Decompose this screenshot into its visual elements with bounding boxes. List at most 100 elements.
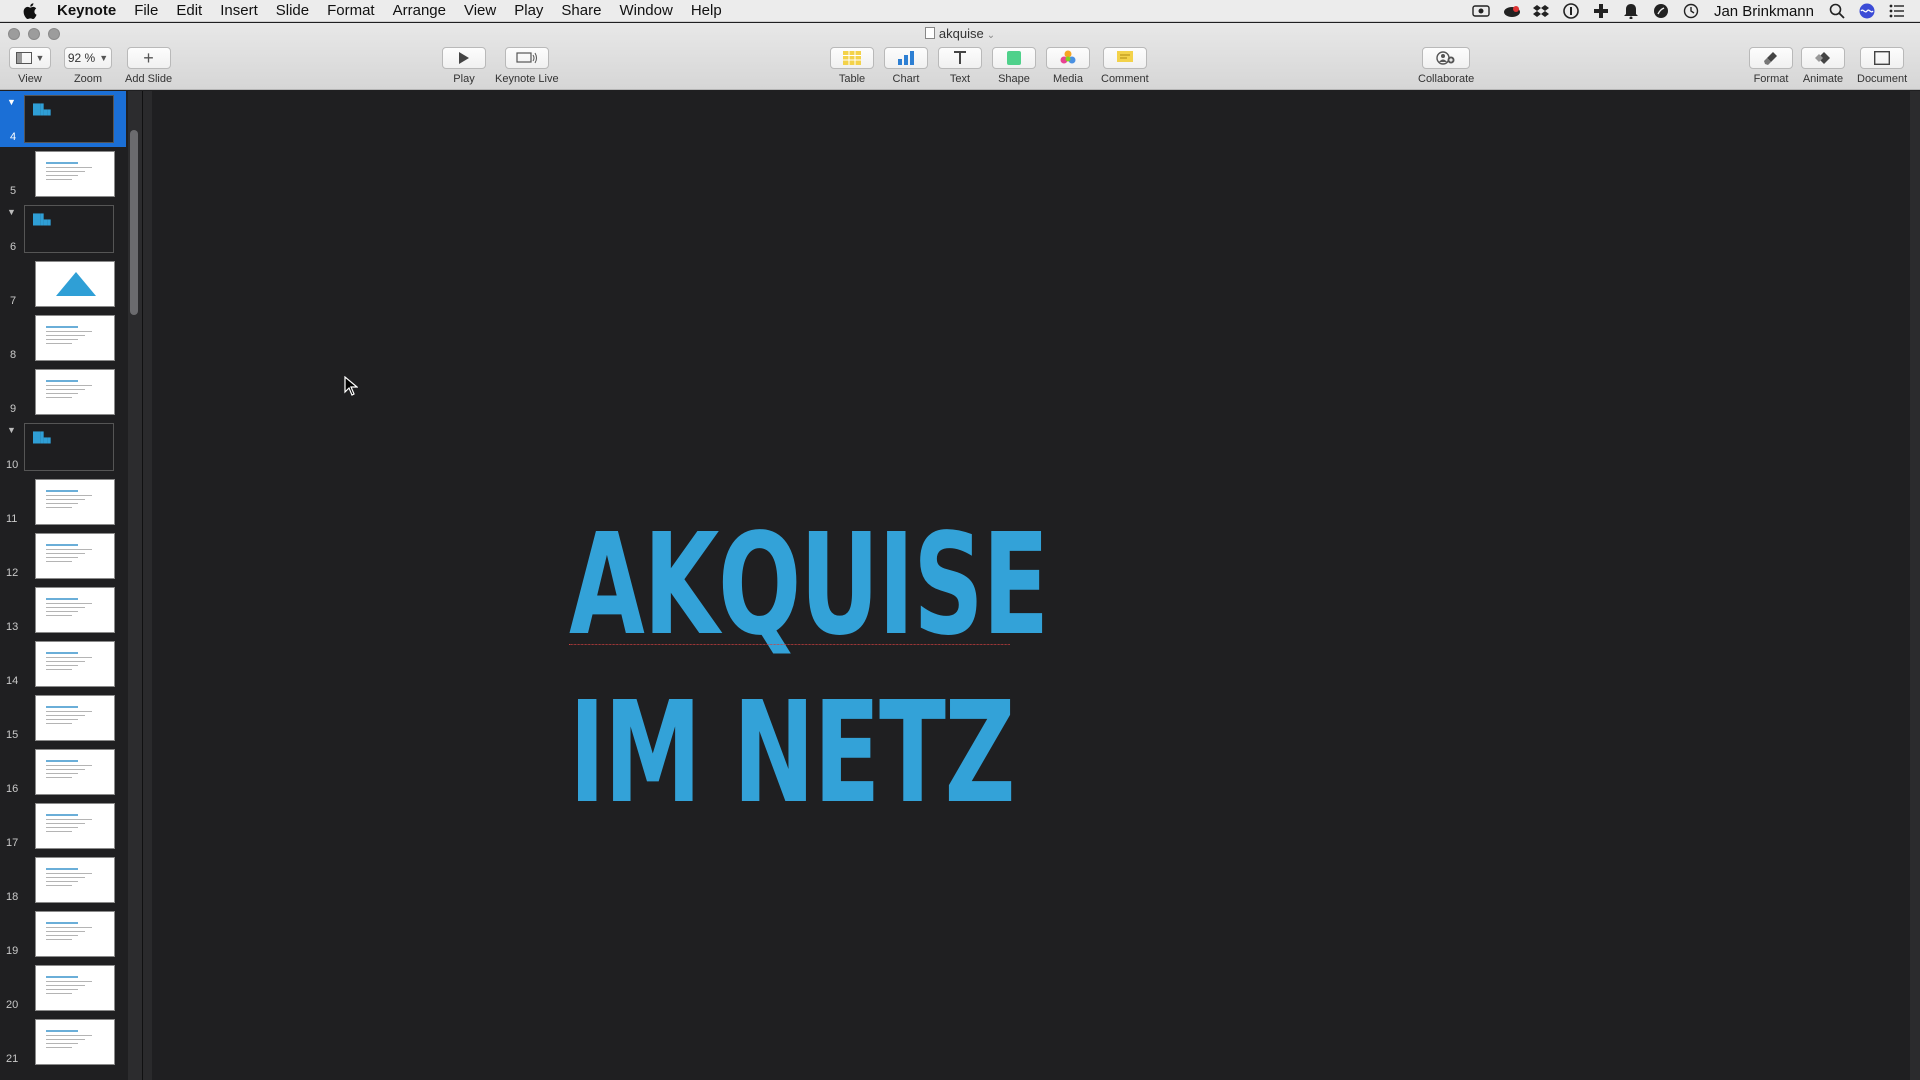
view-control: ▼ View xyxy=(9,47,51,85)
keynote-live-button[interactable] xyxy=(504,47,549,69)
menu-edit[interactable]: Edit xyxy=(167,0,211,22)
slide-number: 6 xyxy=(10,241,17,253)
slide-thumbnail-item[interactable]: 19 xyxy=(0,907,126,961)
slide-thumbnail-item[interactable]: 7 xyxy=(0,257,126,311)
window-toolbar: akquise ⌄ ▼ View 92 % ▼ Zoom + Add Slide P… xyxy=(0,23,1920,90)
menu-help[interactable]: Help xyxy=(682,0,731,22)
document-title[interactable]: akquise ⌄ xyxy=(0,26,1920,41)
slide-number: 19 xyxy=(6,945,19,957)
document-inspector-icon xyxy=(1874,51,1891,65)
slide-thumbnail xyxy=(35,587,115,633)
slide-number: 4 xyxy=(10,131,17,143)
slide-thumbnail-item[interactable]: 11 xyxy=(0,475,126,529)
plus-app-icon[interactable] xyxy=(1592,2,1610,20)
slide-thumbnail xyxy=(35,749,115,795)
slide-thumbnail-item[interactable]: 13 xyxy=(0,583,126,637)
shape-icon xyxy=(1007,51,1021,65)
add-slide-button[interactable]: + xyxy=(126,47,171,69)
slide-thumbnail-item[interactable]: 14 xyxy=(0,637,126,691)
disclosure-triangle-icon[interactable]: ▼ xyxy=(7,207,16,217)
disclosure-triangle-icon[interactable]: ▼ xyxy=(7,425,16,435)
format-button[interactable] xyxy=(1749,47,1793,69)
screen-record-icon[interactable] xyxy=(1472,2,1490,20)
navigator-divider[interactable] xyxy=(142,91,152,1080)
slide-thumbnail-item[interactable]: 16 xyxy=(0,745,126,799)
slide-thumbnail-item[interactable]: 12 xyxy=(0,529,126,583)
document-button[interactable] xyxy=(1860,47,1905,69)
sidebar-icon xyxy=(15,52,32,64)
apple-icon[interactable] xyxy=(19,2,41,19)
play-button[interactable] xyxy=(442,47,486,69)
view-button[interactable]: ▼ xyxy=(9,47,51,69)
menu-view[interactable]: View xyxy=(455,0,505,22)
navigator-scroll-thumb[interactable] xyxy=(130,130,138,315)
slide-thumbnail: ███ █████ xyxy=(24,205,114,253)
slide-thumbnail xyxy=(35,261,115,307)
chart-button[interactable] xyxy=(884,47,928,69)
animate-button[interactable] xyxy=(1801,47,1845,69)
table-icon xyxy=(843,51,861,65)
slide-thumbnail-item[interactable]: ▼ 10 ███ █████ xyxy=(0,419,126,475)
slide-number: 5 xyxy=(10,185,17,197)
notification-center-icon[interactable] xyxy=(1888,2,1906,20)
slide-thumbnail-item[interactable]: 21 xyxy=(0,1015,126,1069)
menu-arrange[interactable]: Arrange xyxy=(384,0,455,22)
collaborate-button[interactable] xyxy=(1422,47,1471,69)
add-slide-control: + Add Slide xyxy=(125,47,172,85)
zoom-value: 92 % xyxy=(67,51,96,65)
menu-play[interactable]: Play xyxy=(505,0,552,22)
menu-window[interactable]: Window xyxy=(610,0,681,22)
thumbnail-text-lines xyxy=(46,162,104,183)
text-button[interactable] xyxy=(938,47,982,69)
menu-file[interactable]: File xyxy=(125,0,167,22)
thumbnail-text-lines xyxy=(46,380,104,401)
time-machine-icon[interactable] xyxy=(1682,2,1700,20)
siri-icon[interactable] xyxy=(1858,2,1876,20)
zoom-control: 92 % ▼ Zoom xyxy=(64,47,112,85)
menu-share[interactable]: Share xyxy=(552,0,610,22)
password-manager-icon[interactable] xyxy=(1562,2,1580,20)
user-name[interactable]: Jan Brinkmann xyxy=(1714,3,1814,20)
slide-thumbnail-item[interactable]: 9 xyxy=(0,365,126,419)
menu-format[interactable]: Format xyxy=(318,0,384,22)
slide-thumbnail-item[interactable]: 15 xyxy=(0,691,126,745)
slide-thumbnail-item[interactable]: 5 xyxy=(0,147,126,201)
slide-thumbnail-item[interactable]: 17 xyxy=(0,799,126,853)
format-label: Format xyxy=(1753,73,1789,85)
slide-navigator[interactable]: ▼ 4 ███ █████ 5 ▼ 6 ███ █████ 7 8 9 ▼ 10 ███ █████ 11 12 1… xyxy=(0,91,126,1080)
slide-thumbnail-item[interactable]: 18 xyxy=(0,853,126,907)
comment-button[interactable] xyxy=(1102,47,1147,69)
menu-insert[interactable]: Insert xyxy=(211,0,267,22)
leaf-icon[interactable] xyxy=(1652,2,1670,20)
notification-bell-icon[interactable] xyxy=(1622,2,1640,20)
slide-thumbnail xyxy=(35,857,115,903)
slide-thumbnail-item[interactable]: 20 xyxy=(0,961,126,1015)
slide-thumbnail-item[interactable]: ▼ 6 ███ █████ xyxy=(0,201,126,257)
play-control: Play xyxy=(442,47,486,85)
collaborate-control: Collaborate xyxy=(1418,47,1474,85)
slide-thumbnail-item[interactable]: ▼ 4 ███ █████ xyxy=(0,91,126,147)
disclosure-triangle-icon[interactable]: ▼ xyxy=(7,97,16,107)
menu-slide[interactable]: Slide xyxy=(267,0,318,22)
thumbnail-text-lines xyxy=(46,652,104,673)
dropbox-icon[interactable] xyxy=(1532,2,1550,20)
slide-thumbnail xyxy=(35,641,115,687)
table-label: Table xyxy=(838,73,866,85)
zoom-button[interactable]: 92 % ▼ xyxy=(64,47,112,69)
table-button[interactable] xyxy=(830,47,874,69)
paintbrush-icon xyxy=(1764,52,1777,65)
slide-title-text[interactable]: AKQUISE IM NETZ xyxy=(569,502,1049,838)
triangle-graphic xyxy=(56,272,96,296)
shape-button[interactable] xyxy=(992,47,1036,69)
slide-number: 9 xyxy=(10,403,17,415)
media-button[interactable] xyxy=(1046,47,1090,69)
creative-cloud-icon[interactable] xyxy=(1502,2,1520,20)
menu-app-name[interactable]: Keynote xyxy=(53,0,125,22)
slide-thumbnail xyxy=(35,369,115,415)
slide-number: 20 xyxy=(6,999,19,1011)
slide-thumbnail-item[interactable]: 8 xyxy=(0,311,126,365)
table-control: Table xyxy=(830,47,874,85)
slide-number: 21 xyxy=(6,1053,19,1065)
search-icon[interactable] xyxy=(1828,2,1846,20)
slide-number: 10 xyxy=(6,459,19,471)
